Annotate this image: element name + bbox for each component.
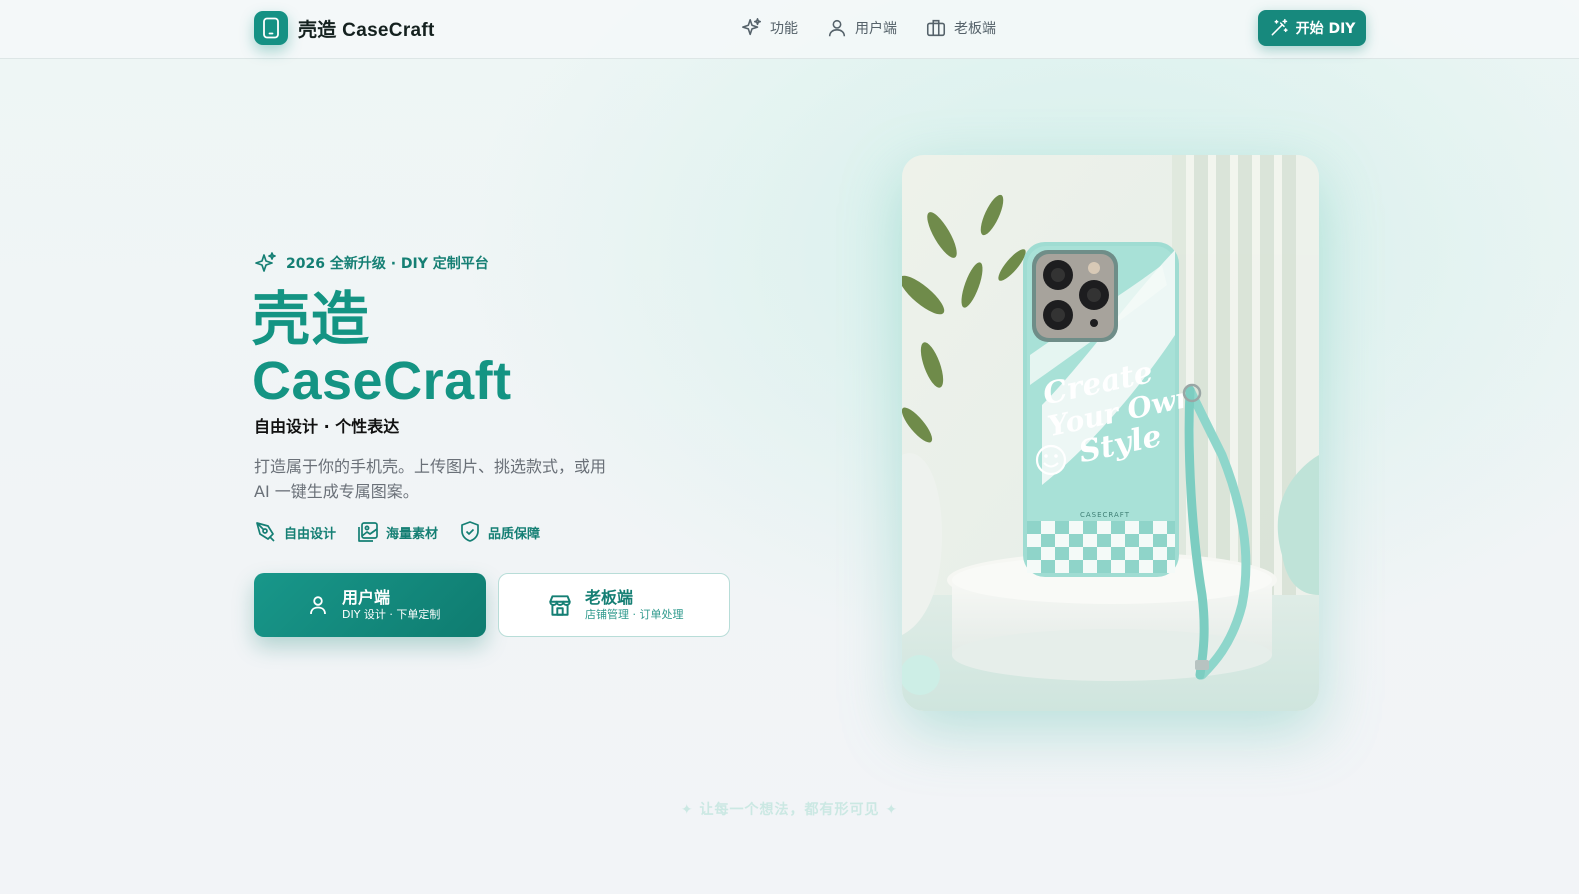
pen-tool-icon <box>256 522 275 542</box>
hero-subtitle: 自由设计 · 个性表达 <box>254 417 400 436</box>
nav-item-boss[interactable]: 老板端 <box>925 14 996 42</box>
nav-item-user[interactable]: 用户端 <box>826 14 897 42</box>
user-button-subtitle: DIY 设计 · 下单定制 <box>342 607 441 621</box>
feature-label: 自由设计 <box>284 526 337 542</box>
sparkle-icon <box>255 252 276 272</box>
badge-text: 2026 全新升级 · DIY 定制平台 <box>286 256 489 272</box>
nav-label: 老板端 <box>954 21 996 37</box>
start-diy-button[interactable]: 开始 DIY <box>1258 10 1366 46</box>
feature-label: 海量素材 <box>386 526 439 542</box>
images-icon <box>358 522 378 542</box>
hero-product-image: Create Your Own Style CASECRAFT <box>902 155 1319 711</box>
brand[interactable]: 壳造 CaseCraft <box>254 11 435 45</box>
shield-check-icon <box>461 521 479 542</box>
boss-button-title: 老板端 <box>585 587 634 607</box>
hero-description: 打造属于你的手机壳。上传图片、挑选款式，或用 AI 一键生成专属图案。 <box>254 457 607 501</box>
feature-item: 自由设计 <box>254 520 336 544</box>
phone-icon <box>254 11 288 45</box>
nav-label: 功能 <box>770 21 798 37</box>
main-nav: 功能 用户端 老板端 <box>741 14 996 42</box>
hero-title-cn: 壳造 <box>252 285 371 353</box>
feature-list: 自由设计 海量素材 品质保障 <box>254 520 540 544</box>
footer-tagline: ✦ 让每一个想法，都有形可见 ✦ <box>680 802 899 818</box>
user-button-title: 用户端 <box>342 587 391 607</box>
case-brand-text: CASECRAFT <box>1080 511 1130 519</box>
user-icon <box>310 596 326 615</box>
sparkle-icon <box>742 18 762 36</box>
user-portal-button[interactable]: 用户端 DIY 设计 · 下单定制 <box>254 573 486 637</box>
feature-item: 品质保障 <box>458 520 540 544</box>
start-diy-label: 开始 DIY <box>1295 21 1356 37</box>
boss-button-subtitle: 店铺管理 · 订单处理 <box>585 607 684 621</box>
user-icon <box>828 19 846 37</box>
top-navbar: 壳造 CaseCraft 功能 用户端 老板端 开始 DIY <box>0 0 1579 59</box>
feature-item: 海量素材 <box>356 520 438 544</box>
nav-item-features[interactable]: 功能 <box>741 14 798 42</box>
magic-wand-icon <box>1271 18 1288 36</box>
store-icon <box>549 595 571 616</box>
hero-title-en: CaseCraft <box>252 351 512 411</box>
hero-badge: 2026 全新升级 · DIY 定制平台 <box>254 251 489 275</box>
nav-label: 用户端 <box>855 21 897 37</box>
boss-portal-button[interactable]: 老板端 店铺管理 · 订单处理 <box>498 573 730 637</box>
feature-label: 品质保障 <box>488 526 541 542</box>
briefcase-icon <box>926 19 946 37</box>
brand-name: 壳造 CaseCraft <box>298 19 435 41</box>
